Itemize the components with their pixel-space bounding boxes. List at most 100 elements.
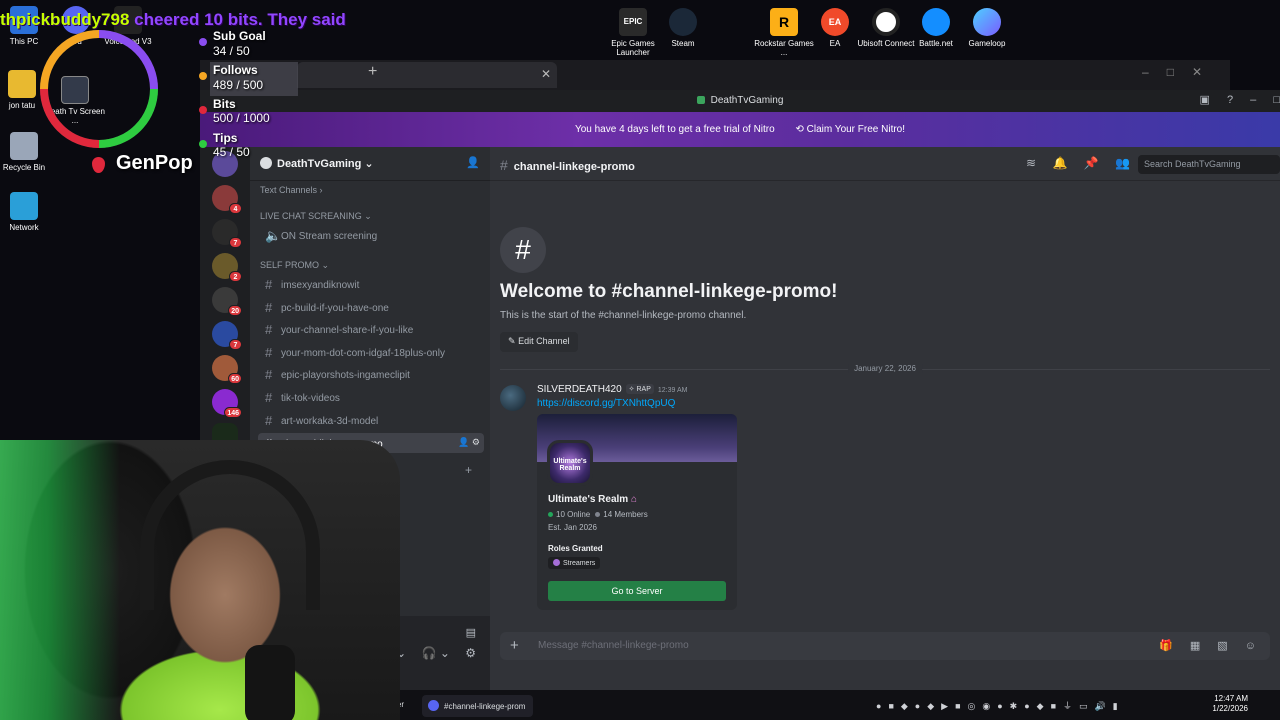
hashtag-icon: # [265, 367, 273, 382]
server-logo-icon [260, 157, 272, 169]
screen-share-icon[interactable]: ▤ [466, 626, 476, 639]
message-author[interactable]: SILVERDEATH420 [537, 384, 622, 395]
channel-item[interactable]: # your-channel-share-if-you-like [258, 319, 484, 339]
channel-item[interactable]: # imsexyandiknowit [258, 274, 484, 294]
edit-channel-button[interactable]: ✎ Edit Channel [500, 332, 578, 352]
maximize-icon[interactable]: □ [1273, 94, 1280, 106]
channel-item[interactable]: # your-mom-dot-com-idgaf-18plus-only [258, 342, 484, 362]
message-timestamp: 12:39 AM [657, 387, 688, 394]
help-icon[interactable]: ? [1227, 94, 1233, 106]
new-tab-icon[interactable]: + [368, 63, 377, 81]
taskbar-clock[interactable]: 12:47 AM 1/22/2026 [1212, 694, 1248, 715]
date-divider: January 22, 2026 [500, 364, 1270, 373]
tray-icon[interactable]: ◆ [901, 701, 908, 711]
category-self-promo[interactable]: SELF PROMO ⌄+ [260, 258, 541, 272]
gift-icon[interactable]: 🎁 [1159, 640, 1173, 652]
network-icon[interactable]: ▭ [1079, 701, 1088, 711]
chat-area: # channel-linkege-promo ≋ 🔔 📌 👥 Search De… [490, 147, 1280, 690]
welcome-title: Welcome to #channel-linkege-promo! [500, 281, 838, 302]
hashtag-icon: # [265, 413, 273, 428]
tray-icon[interactable]: ◎ [968, 701, 976, 711]
minimize-icon[interactable]: – [1250, 94, 1256, 106]
tray-icon[interactable]: ● [915, 701, 920, 711]
invite-icon[interactable]: 👤 [458, 437, 469, 447]
usb-icon[interactable]: ⏚ [1063, 701, 1072, 711]
tray-icon[interactable]: ◆ [927, 701, 934, 711]
tray-icon[interactable]: ■ [1051, 701, 1056, 711]
go-to-server-button[interactable]: Go to Server [548, 581, 726, 601]
notification-badge: 7 [229, 339, 242, 350]
voice-channel[interactable]: 🔈ON Stream screening [258, 225, 484, 245]
tray-icon[interactable]: ◉ [982, 701, 990, 711]
message-link[interactable]: https://discord.gg/TXNhttQpUQ [537, 398, 675, 409]
server-icon[interactable]: 7 [212, 219, 242, 248]
browser-tab-bar: ✕ + –□✕ [200, 60, 1230, 90]
members-icon[interactable]: 👥 [1115, 156, 1130, 170]
inbox-icon[interactable]: ▣ [1200, 93, 1210, 106]
gear-icon[interactable]: ⚙ [472, 437, 480, 447]
hashtag-icon: # [500, 157, 508, 173]
chair-glow [0, 440, 120, 720]
tips-value: 45 / 50 [213, 145, 250, 159]
channel-item[interactable]: # epic-playorshots-ingameclipit [258, 364, 484, 384]
server-icon[interactable]: 60 [212, 355, 242, 384]
channel-item[interactable]: # art-workaka-3d-model [258, 410, 484, 430]
gif-icon[interactable]: ▦ [1190, 640, 1200, 652]
desktop-icon-steam[interactable]: Steam [651, 8, 715, 48]
browser-tab[interactable]: ✕ [297, 62, 557, 88]
gear-icon[interactable]: ⚙ [465, 646, 476, 660]
epic-games-icon: EPIC [619, 8, 647, 36]
server-icon[interactable]: 7 [212, 321, 242, 350]
invite-people-icon[interactable]: 👤 [466, 156, 480, 169]
message-header: SILVERDEATH420 ✧ RAP 12:39 AM [537, 384, 687, 395]
server-tag[interactable]: ✧ RAP [625, 384, 654, 394]
network-icon [10, 192, 38, 220]
close-icon[interactable]: ✕ [541, 67, 551, 81]
battery-icon[interactable]: ▮ [1113, 701, 1118, 711]
headset-graphic [140, 460, 320, 610]
taskbar-item-discord[interactable]: #channel-linkege-prom [422, 695, 534, 717]
volume-icon[interactable]: 🔊 [1095, 701, 1106, 711]
steam-tray-icon[interactable]: ● [1024, 701, 1029, 711]
avatar[interactable] [500, 385, 526, 411]
discord-app-icon [696, 96, 705, 104]
tray-icon[interactable]: ▶ [941, 701, 948, 711]
ea-icon: EA [821, 8, 849, 36]
desktop-icon-network[interactable]: Network [0, 192, 56, 232]
bluetooth-icon[interactable]: ✱ [1010, 701, 1018, 711]
server-icon[interactable]: 4 [212, 185, 242, 214]
add-channel-icon[interactable]: + [465, 463, 472, 477]
server-icon[interactable]: 20 [212, 287, 242, 316]
channel-item[interactable]: # pc-build-if-you-have-one [258, 297, 484, 317]
category-live-chat[interactable]: LIVE CHAT SCREANING ⌄+ [260, 209, 584, 223]
search-input[interactable]: Search DeathTvGaming [1138, 155, 1280, 174]
notification-badge: 20 [228, 305, 242, 316]
window-controls[interactable]: –□✕ [1142, 65, 1220, 79]
category-text-channels[interactable]: Text Channels ›+ [260, 183, 535, 197]
gameloop-icon [973, 8, 1001, 36]
desktop-icon-gameloop[interactable]: Gameloop [955, 8, 1019, 48]
emoji-icon[interactable]: ☺ [1245, 640, 1256, 652]
chevron-down-icon: ⌄ [364, 158, 374, 170]
tray-icon[interactable]: ◆ [1037, 701, 1044, 711]
channel-item[interactable]: # tik-tok-videos [258, 387, 484, 407]
claim-nitro-button[interactable]: ⟲ Claim Your Free Nitro! [795, 124, 905, 135]
bell-icon[interactable]: 🔔 [1052, 156, 1067, 170]
pin-icon[interactable]: 📌 [1084, 156, 1099, 170]
tray-icon[interactable]: ■ [955, 701, 960, 711]
threads-icon[interactable]: ≋ [1026, 156, 1036, 170]
sub-goal-label: Sub Goal [213, 29, 266, 43]
message-input[interactable]: Message #channel-linkege-promo [538, 640, 689, 651]
tray-icon[interactable]: ● [876, 701, 881, 711]
tray-icon[interactable]: ● [997, 701, 1002, 711]
ubisoft-icon [872, 8, 900, 36]
recycle-bin-icon [10, 132, 38, 160]
server-header[interactable]: DeathTvGaming ⌄ 👤 [250, 147, 490, 181]
tray-icon[interactable]: ■ [888, 701, 893, 711]
server-icon[interactable]: 146 [212, 389, 242, 418]
sticker-icon[interactable]: ▧ [1217, 640, 1227, 652]
message-composer[interactable]: + Message #channel-linkege-promo 🎁 ▦ ▧ ☺ [500, 632, 1270, 660]
add-attachment-icon[interactable]: + [510, 637, 519, 654]
headphones-icon[interactable]: 🎧 ⌄ [422, 646, 450, 660]
server-icon[interactable]: 2 [212, 253, 242, 282]
